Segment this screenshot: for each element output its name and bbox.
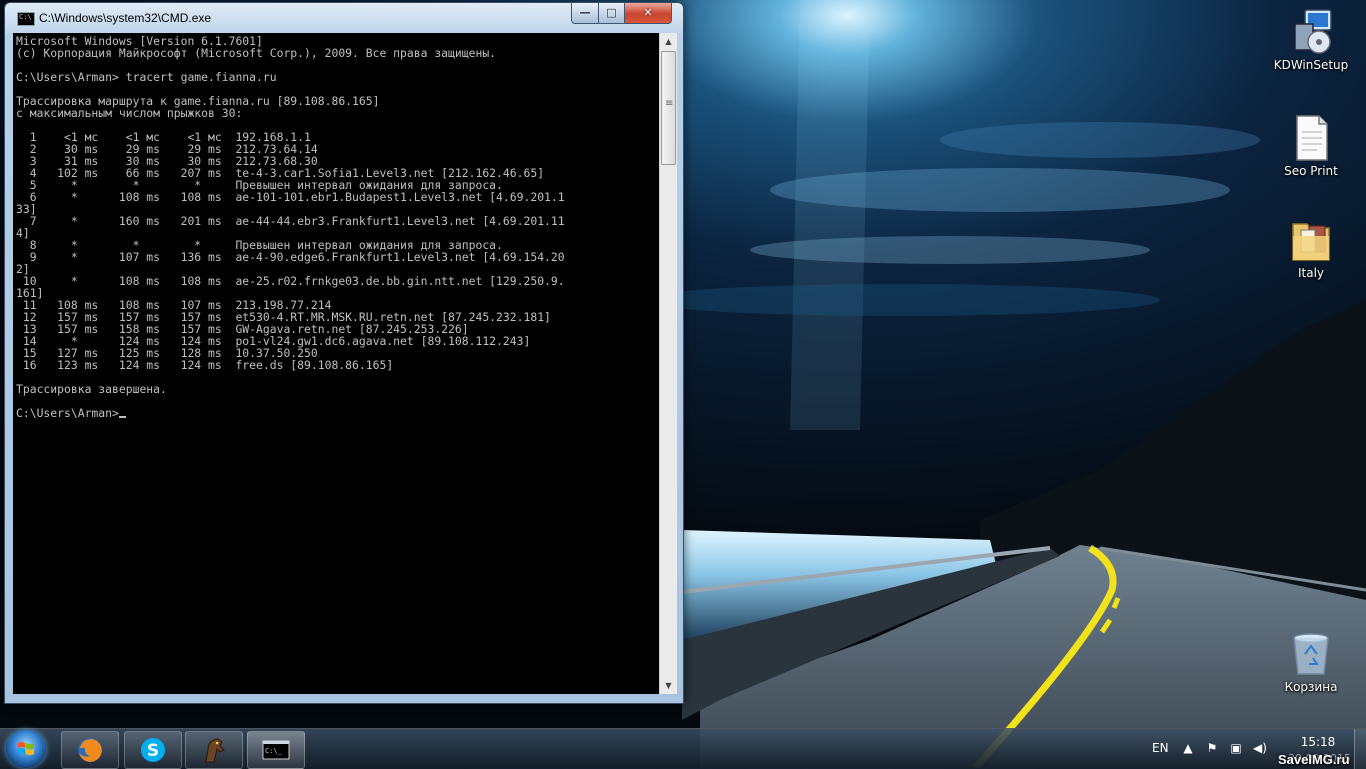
- taskbar-skype[interactable]: S: [124, 731, 182, 769]
- cmd-icon: C:\_: [262, 740, 290, 760]
- action-center-flag-icon[interactable]: ⚑: [1204, 741, 1220, 757]
- desktop-icon-label: KDWinSetup: [1273, 58, 1349, 72]
- taskbar-cmd[interactable]: C:\_: [247, 731, 305, 769]
- windows-logo-icon: [18, 742, 34, 755]
- horse-game-icon: [205, 738, 225, 763]
- recycle-bin-icon: [1293, 633, 1329, 675]
- maximize-icon: □: [606, 6, 617, 19]
- window-title: C:\Windows\system32\CMD.exe: [39, 11, 212, 25]
- desktop-icon-label: Italy: [1297, 266, 1325, 280]
- scroll-down-arrow-icon[interactable]: ▼: [660, 677, 677, 694]
- document-icon: [1296, 115, 1328, 161]
- skype-icon: S: [141, 738, 165, 762]
- console-cursor: [118, 416, 126, 418]
- desktop-icon-kdwinsetup[interactable]: KDWinSetup: [1273, 8, 1349, 72]
- window-titlebar[interactable]: C:\Windows\system32\CMD.exe — □ ✕: [5, 3, 683, 33]
- maximize-button[interactable]: □: [598, 3, 625, 24]
- watermark: SaveIMG.ru: [1278, 752, 1350, 767]
- cmd-icon: [17, 12, 35, 26]
- installer-icon: [1294, 9, 1332, 54]
- desktop-icon-italy[interactable]: Italy: [1273, 216, 1349, 280]
- desktop-icon-label: Корзина: [1284, 680, 1338, 694]
- clock-time[interactable]: 15:18: [1298, 735, 1338, 749]
- console-text: Microsoft Windows [Version 6.1.7601] (c)…: [16, 34, 565, 420]
- minimize-icon: —: [579, 6, 591, 19]
- svg-text:S: S: [147, 741, 159, 761]
- svg-text:C:\_: C:\_: [265, 747, 283, 755]
- volume-icon[interactable]: ◀): [1252, 741, 1268, 757]
- taskbar-firefox[interactable]: [61, 731, 119, 769]
- start-button[interactable]: [6, 730, 46, 768]
- show-hidden-icons-icon[interactable]: ▲: [1180, 741, 1196, 757]
- minimize-button[interactable]: —: [571, 3, 599, 24]
- vertical-scrollbar[interactable]: ▲ ▼: [659, 33, 677, 694]
- close-icon: ✕: [643, 6, 653, 19]
- console-output[interactable]: Microsoft Windows [Version 6.1.7601] (c)…: [13, 33, 659, 694]
- network-icon[interactable]: ▣: [1228, 741, 1244, 757]
- taskbar-game[interactable]: [185, 731, 243, 769]
- desktop-icon-label: Seo Print: [1284, 164, 1338, 178]
- firefox-icon: [78, 738, 102, 762]
- taskbar: S C:\_ EN ▲ ⚑ ▣ ◀) 15:18 30.09.2015: [0, 728, 1366, 769]
- scrollbar-thumb[interactable]: [661, 51, 676, 165]
- show-desktop-button[interactable]: [1354, 729, 1366, 769]
- folder-icon: [1292, 223, 1330, 261]
- close-button[interactable]: ✕: [624, 3, 672, 24]
- desktop-icon-recycle-bin[interactable]: Корзина: [1273, 630, 1349, 694]
- language-indicator[interactable]: EN: [1152, 741, 1169, 755]
- scroll-up-arrow-icon[interactable]: ▲: [660, 33, 677, 50]
- desktop-icon-seo-print[interactable]: Seo Print: [1273, 114, 1349, 178]
- cmd-window[interactable]: C:\Windows\system32\CMD.exe — □ ✕ Micros…: [4, 2, 684, 704]
